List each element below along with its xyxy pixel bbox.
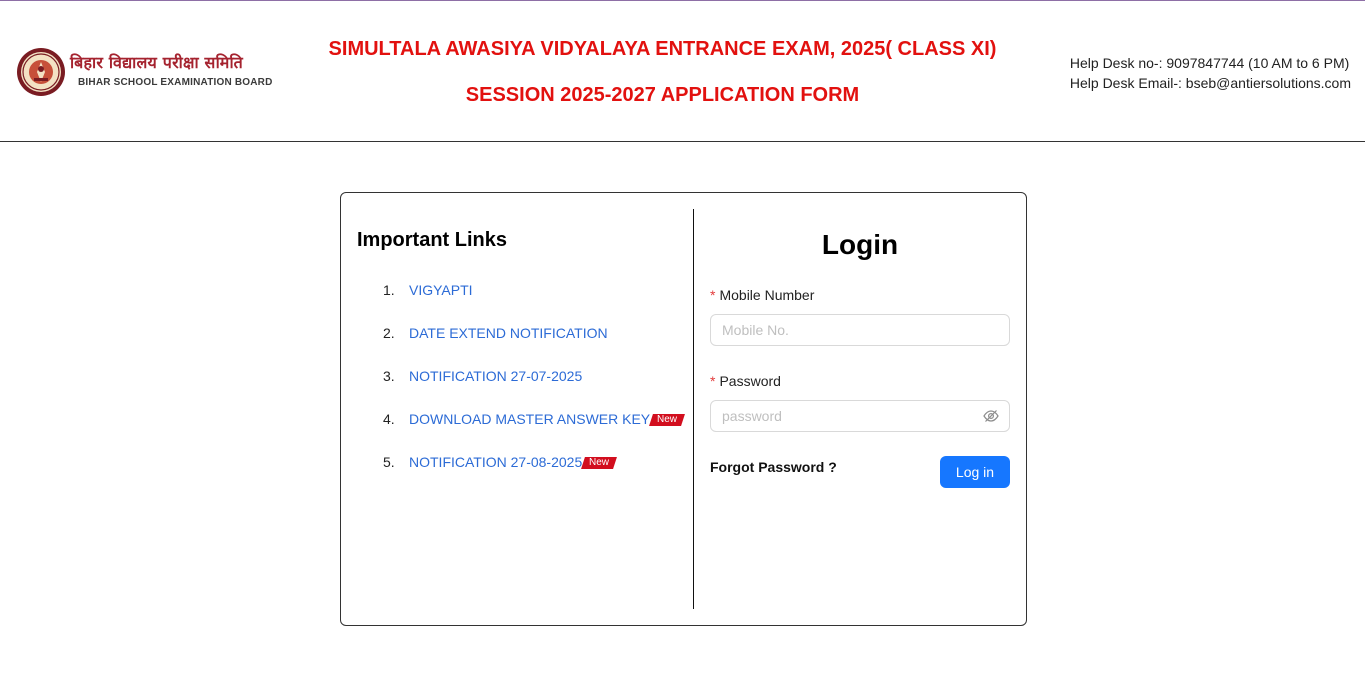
new-badge: New: [649, 414, 686, 426]
password-label-text: Password: [719, 373, 781, 389]
forgot-password-link[interactable]: Forgot Password ?: [710, 459, 837, 475]
list-item: 1. VIGYAPTI: [357, 282, 687, 325]
link-label: DOWNLOAD MASTER ANSWER KEY: [409, 411, 651, 427]
list-item: 3. NOTIFICATION 27-07-2025: [357, 368, 687, 411]
mobile-label-text: Mobile Number: [719, 287, 815, 303]
new-badge: New: [581, 457, 618, 469]
list-item-number: 2.: [383, 325, 395, 341]
new-badge-label: New: [589, 457, 610, 468]
site-header: बिहार विद्यालय परीक्षा समिति BIHAR SCHOO…: [0, 1, 1365, 142]
main-card: Important Links 1. VIGYAPTI 2. DATE EXTE…: [340, 192, 1027, 626]
mobile-number-label: * Mobile Number: [710, 287, 814, 303]
eye-invisible-icon[interactable]: [983, 409, 999, 423]
panel-divider: [693, 209, 694, 609]
list-item-number: 3.: [383, 368, 395, 384]
link-label: NOTIFICATION 27-08-2025: [409, 454, 583, 470]
link-download-master-answer-key[interactable]: DOWNLOAD MASTER ANSWER KEY New: [409, 411, 686, 427]
link-label: NOTIFICATION 27-07-2025: [409, 368, 583, 384]
list-item: 5. NOTIFICATION 27-08-2025 New: [357, 454, 687, 497]
mobile-number-input[interactable]: [711, 315, 971, 345]
login-title: Login: [821, 229, 899, 260]
list-item-number: 5.: [383, 454, 395, 470]
login-panel: Login *Mobile Number *Password Forgot Pa…: [710, 229, 1010, 488]
mobile-input-wrapper: [710, 314, 1010, 346]
important-links-list: 1. VIGYAPTI 2. DATE EXTEND NOTIFICATION …: [357, 282, 687, 497]
link-notification-27-07-2025[interactable]: NOTIFICATION 27-07-2025: [409, 368, 582, 384]
list-item: 2. DATE EXTEND NOTIFICATION: [357, 325, 687, 368]
link-notification-27-08-2025[interactable]: NOTIFICATION 27-08-2025 New: [409, 454, 618, 470]
list-item-number: 4.: [383, 411, 395, 427]
password-input-wrapper: [710, 400, 1010, 432]
helpdesk-phone: Help Desk no-: 9097847744 (10 AM to 6 PM…: [1069, 55, 1350, 71]
helpdesk-email: Help Desk Email-: bseb@antiersolutions.c…: [1069, 75, 1351, 91]
link-label: DATE EXTEND NOTIFICATION: [409, 325, 608, 341]
password-input[interactable]: [711, 401, 971, 431]
link-label: VIGYAPTI: [409, 282, 473, 298]
list-item: 4. DOWNLOAD MASTER ANSWER KEY New: [357, 411, 687, 454]
required-mark: *: [710, 373, 716, 389]
password-label: * Password: [710, 373, 781, 389]
link-vigyapti[interactable]: VIGYAPTI: [409, 282, 473, 298]
list-item-number: 1.: [383, 282, 395, 298]
important-links-panel: Important Links 1. VIGYAPTI 2. DATE EXTE…: [357, 229, 687, 497]
important-links-heading: Important Links: [357, 229, 508, 251]
login-button[interactable]: Log in: [940, 456, 1010, 488]
helpdesk-info: Help Desk no-: 9097847744 (10 AM to 6 PM…: [1070, 53, 1351, 93]
required-mark: *: [710, 287, 716, 303]
link-date-extend-notification[interactable]: DATE EXTEND NOTIFICATION: [409, 325, 608, 341]
new-badge-label: New: [657, 414, 678, 425]
